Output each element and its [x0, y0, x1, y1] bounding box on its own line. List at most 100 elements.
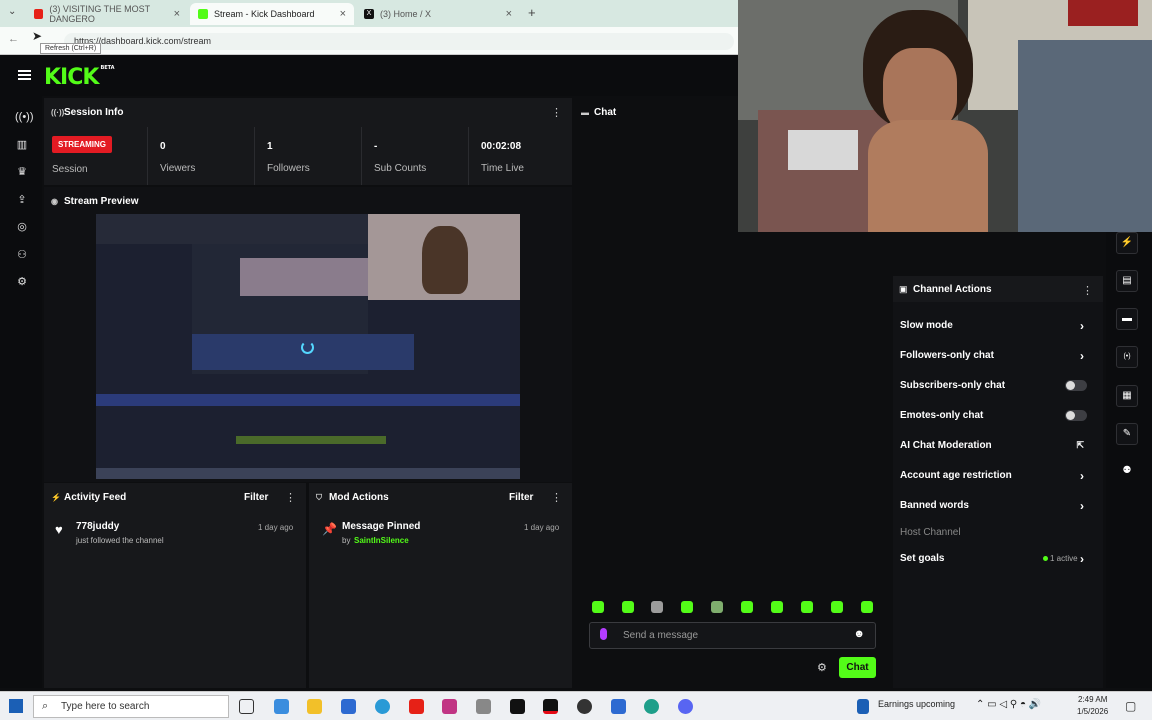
chat-message-input[interactable]: Send a message ☻: [589, 622, 876, 649]
emote-icon[interactable]: [592, 601, 604, 613]
instagram-icon[interactable]: [442, 699, 457, 714]
community-icon[interactable]: ⚇: [15, 248, 29, 262]
close-tab-icon[interactable]: ×: [506, 8, 512, 20]
netflix-icon[interactable]: [543, 699, 558, 714]
emote-icon[interactable]: [741, 601, 753, 613]
youtube-icon[interactable]: [409, 699, 424, 714]
cursor-icon: ➤: [32, 29, 43, 43]
trophy-icon[interactable]: ♛: [15, 165, 29, 179]
activity-filter-button[interactable]: Filter: [244, 492, 268, 503]
new-tab-icon[interactable]: +: [528, 5, 536, 20]
url-field[interactable]: https://dashboard.kick.com/stream: [64, 33, 734, 50]
windows-start-icon[interactable]: [9, 699, 23, 713]
task-view-icon[interactable]: [239, 699, 254, 714]
emote-icon[interactable]: [651, 601, 663, 613]
loading-spinner-icon: [301, 341, 314, 354]
session-options-icon[interactable]: ⋮: [551, 106, 562, 119]
emote-icon[interactable]: [801, 601, 813, 613]
tab-list-chevron-icon[interactable]: ⌄: [8, 6, 16, 17]
heart-icon: ♥: [55, 522, 63, 537]
video-focus-icon[interactable]: ◎: [15, 220, 29, 234]
mod-options-icon[interactable]: ⋮: [551, 491, 562, 504]
broadcast-icon[interactable]: (•): [1116, 346, 1138, 368]
emotes-only-toggle[interactable]: [1065, 410, 1087, 421]
session-label: Session: [52, 164, 88, 175]
emote-icon[interactable]: [622, 601, 634, 613]
close-tab-icon[interactable]: ×: [340, 8, 346, 20]
followers-only-item[interactable]: Followers-only chat ›: [900, 349, 1096, 363]
chat-settings-icon[interactable]: ⚙: [817, 661, 827, 674]
capcut-icon[interactable]: [510, 699, 525, 714]
copilot-icon[interactable]: [274, 699, 289, 714]
slow-mode-item[interactable]: Slow mode ›: [900, 319, 1096, 333]
chevron-right-icon: ›: [1080, 349, 1084, 363]
emote-icon[interactable]: [771, 601, 783, 613]
store-icon[interactable]: [341, 699, 356, 714]
wrench-icon[interactable]: ✎: [1116, 423, 1138, 445]
x-icon: X: [364, 9, 374, 19]
broadcast-icon[interactable]: ((•)): [15, 110, 34, 124]
left-nav: ((•)) ▥ ♛ ⇪ ◎ ⚇ ⚙: [0, 96, 42, 688]
streaming-badge: STREAMING: [52, 136, 112, 153]
external-link-icon: ⇱: [1076, 440, 1084, 450]
youtube-icon: [34, 9, 44, 19]
stat-sub-counts: - Sub Counts: [361, 127, 468, 185]
subscribers-only-item: Subscribers-only chat: [900, 380, 1096, 391]
goals-status-dot: [1043, 556, 1048, 561]
set-goals-item[interactable]: Set goals 1 active ›: [900, 552, 1096, 566]
app-icon[interactable]: [476, 699, 491, 714]
preview-icon: ◉: [51, 197, 58, 206]
notifications-icon[interactable]: ▢: [1125, 699, 1136, 713]
edge-icon[interactable]: [375, 699, 390, 714]
browser-icon[interactable]: [644, 699, 659, 714]
tab-x-home[interactable]: X (3) Home / X ×: [356, 3, 520, 25]
banned-words-item[interactable]: Banned words ›: [900, 499, 1096, 513]
obs-icon[interactable]: [577, 699, 592, 714]
layout-icon[interactable]: ▦: [1116, 385, 1138, 407]
chevron-right-icon: ›: [1080, 319, 1084, 333]
chat-bubble-icon[interactable]: ▬: [1116, 308, 1138, 330]
account-age-item[interactable]: Account age restriction ›: [900, 469, 1096, 483]
tab-youtube[interactable]: (3) VISITING THE MOST DANGERO ×: [26, 3, 188, 25]
emote-icon[interactable]: [831, 601, 843, 613]
back-arrow-icon[interactable]: ←: [8, 33, 19, 45]
tab-kick-dashboard[interactable]: Stream - Kick Dashboard ×: [190, 3, 354, 25]
ai-moderation-item[interactable]: AI Chat Moderation ⇱: [900, 440, 1096, 451]
lightning-icon[interactable]: ⚡: [1116, 232, 1138, 254]
chat-send-button[interactable]: Chat: [839, 657, 876, 678]
kick-icon: [198, 9, 208, 19]
file-explorer-icon[interactable]: [307, 699, 322, 714]
stat-viewers: 0 Viewers: [147, 127, 254, 185]
emote-icon[interactable]: [681, 601, 693, 613]
hamburger-menu-icon[interactable]: [18, 70, 31, 80]
add-widget-icon[interactable]: ⚉: [1116, 461, 1138, 483]
activity-options-icon[interactable]: ⋮: [285, 491, 296, 504]
news-icon: [857, 699, 869, 714]
lightning-icon: ⚡: [51, 493, 61, 502]
tray-icons[interactable]: ⌃ ▭ ◁ ⚲ ◓ 🔊: [976, 699, 1041, 710]
emoji-icon[interactable]: ☻: [853, 628, 865, 640]
analytics-icon[interactable]: ▥: [15, 138, 29, 152]
emotes-only-item: Emotes-only chat: [900, 410, 1096, 421]
discord-icon[interactable]: [678, 699, 693, 714]
actions-icon: ▣: [899, 284, 908, 294]
upload-icon[interactable]: ⇪: [15, 193, 29, 207]
mod-filter-button[interactable]: Filter: [509, 492, 533, 503]
right-tool-rail: ⚡ ▤ ▬ (•) ▦ ✎ ⚉: [1106, 230, 1152, 688]
shield-icon: ⛉: [316, 493, 322, 502]
kick-logo[interactable]: KICK BETA: [44, 65, 115, 90]
close-tab-icon[interactable]: ×: [174, 8, 180, 20]
refresh-tooltip: Refresh (Ctrl+R): [40, 43, 102, 54]
microphone-icon[interactable]: [600, 628, 607, 640]
taskbar-search[interactable]: ⌕ Type here to search: [33, 695, 229, 718]
settings-gear-icon[interactable]: ⚙: [15, 275, 29, 289]
session-info-title: Session Info: [64, 107, 124, 118]
pin-icon: 📌: [322, 522, 337, 536]
emote-icon[interactable]: [711, 601, 723, 613]
mod-actions-panel: ⛉ Mod Actions Filter ⋮ 📌 Message Pinned b…: [309, 483, 572, 688]
subscribers-only-toggle[interactable]: [1065, 380, 1087, 391]
emote-icon[interactable]: [861, 601, 873, 613]
photos-icon[interactable]: [611, 699, 626, 714]
notes-icon[interactable]: ▤: [1116, 270, 1138, 292]
actions-options-icon[interactable]: ⋮: [1082, 284, 1093, 297]
